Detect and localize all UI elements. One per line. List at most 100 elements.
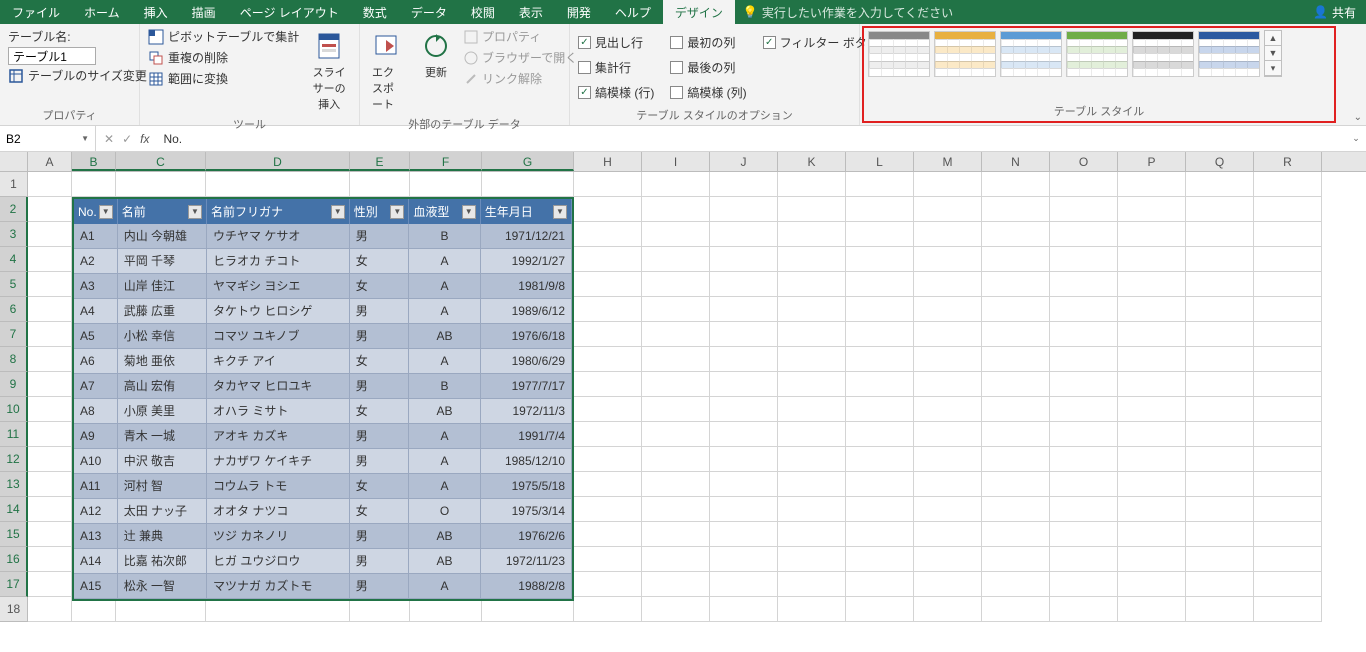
cell-L11[interactable] — [846, 422, 914, 447]
table-cell[interactable]: 青木 一城 — [118, 424, 207, 449]
table-cell[interactable]: 平岡 千琴 — [118, 249, 207, 274]
table-cell[interactable]: A11 — [74, 474, 118, 499]
table-cell[interactable]: 1976/6/18 — [481, 324, 572, 349]
spreadsheet-grid[interactable]: ABCDEFGHIJKLMNOPQR 123456789101112131415… — [0, 152, 1366, 652]
cell-R12[interactable] — [1254, 447, 1322, 472]
row-header-16[interactable]: 16 — [0, 547, 28, 572]
cell-N6[interactable] — [982, 297, 1050, 322]
cell-A8[interactable] — [28, 347, 72, 372]
cell-O16[interactable] — [1050, 547, 1118, 572]
table-cell[interactable]: A — [409, 249, 480, 274]
cell-N16[interactable] — [982, 547, 1050, 572]
table-style-dblue[interactable] — [1198, 31, 1260, 77]
table-cell[interactable]: B — [409, 374, 480, 399]
cell-A7[interactable] — [28, 322, 72, 347]
cell-Q15[interactable] — [1186, 522, 1254, 547]
cell-A16[interactable] — [28, 547, 72, 572]
cell-R15[interactable] — [1254, 522, 1322, 547]
cell-R16[interactable] — [1254, 547, 1322, 572]
cell-L4[interactable] — [846, 247, 914, 272]
table-cell[interactable]: 男 — [350, 324, 410, 349]
cell-H12[interactable] — [574, 447, 642, 472]
table-cell[interactable]: A — [409, 349, 480, 374]
table-cell[interactable]: 男 — [350, 574, 410, 599]
cell-H17[interactable] — [574, 572, 642, 597]
cell-A14[interactable] — [28, 497, 72, 522]
table-cell[interactable]: ナカザワ ケイキチ — [207, 449, 350, 474]
cell-B1[interactable] — [72, 172, 116, 197]
cell-N1[interactable] — [982, 172, 1050, 197]
cell-P8[interactable] — [1118, 347, 1186, 372]
filter-dropdown-icon[interactable]: ▼ — [188, 205, 202, 219]
cell-P4[interactable] — [1118, 247, 1186, 272]
cell-Q10[interactable] — [1186, 397, 1254, 422]
row-header-12[interactable]: 12 — [0, 447, 28, 472]
table-cell[interactable]: A6 — [74, 349, 118, 374]
table-cell[interactable]: 武藤 広重 — [118, 299, 207, 324]
table-cell[interactable]: 男 — [350, 424, 410, 449]
cell-L5[interactable] — [846, 272, 914, 297]
cell-O12[interactable] — [1050, 447, 1118, 472]
table-cell[interactable]: 1977/7/17 — [481, 374, 572, 399]
cell-N7[interactable] — [982, 322, 1050, 347]
cell-K17[interactable] — [778, 572, 846, 597]
col-header-G[interactable]: G — [482, 152, 574, 171]
cell-I16[interactable] — [642, 547, 710, 572]
cell-I6[interactable] — [642, 297, 710, 322]
col-header-R[interactable]: R — [1254, 152, 1322, 171]
cell-A4[interactable] — [28, 247, 72, 272]
cell-R11[interactable] — [1254, 422, 1322, 447]
table-cell[interactable]: オハラ ミサト — [207, 399, 350, 424]
cell-K9[interactable] — [778, 372, 846, 397]
table-header-cell[interactable]: 性別▼ — [350, 199, 410, 224]
cell-Q8[interactable] — [1186, 347, 1254, 372]
table-cell[interactable]: 内山 今朝雄 — [118, 224, 207, 249]
cell-R1[interactable] — [1254, 172, 1322, 197]
cell-D1[interactable] — [206, 172, 350, 197]
cell-K5[interactable] — [778, 272, 846, 297]
table-cell[interactable]: 男 — [350, 374, 410, 399]
col-header-B[interactable]: B — [72, 152, 116, 171]
cell-I11[interactable] — [642, 422, 710, 447]
cell-P9[interactable] — [1118, 372, 1186, 397]
table-cell[interactable]: A — [409, 574, 480, 599]
cell-A12[interactable] — [28, 447, 72, 472]
row-header-7[interactable]: 7 — [0, 322, 28, 347]
cell-H6[interactable] — [574, 297, 642, 322]
cell-Q5[interactable] — [1186, 272, 1254, 297]
cell-P1[interactable] — [1118, 172, 1186, 197]
table-cell[interactable]: A — [409, 299, 480, 324]
cell-Q6[interactable] — [1186, 297, 1254, 322]
cell-J10[interactable] — [710, 397, 778, 422]
cell-A17[interactable] — [28, 572, 72, 597]
table-cell[interactable]: 松永 一智 — [118, 574, 207, 599]
cell-A13[interactable] — [28, 472, 72, 497]
cell-H18[interactable] — [574, 597, 642, 622]
convert-to-range-button[interactable]: 範囲に変換 — [148, 70, 299, 87]
table-cell[interactable]: 女 — [350, 249, 410, 274]
table-cell[interactable]: 1972/11/23 — [481, 549, 572, 574]
cell-H11[interactable] — [574, 422, 642, 447]
cell-P16[interactable] — [1118, 547, 1186, 572]
cell-R7[interactable] — [1254, 322, 1322, 347]
cell-P5[interactable] — [1118, 272, 1186, 297]
col-header-K[interactable]: K — [778, 152, 846, 171]
cell-R4[interactable] — [1254, 247, 1322, 272]
row-header-17[interactable]: 17 — [0, 572, 28, 597]
share-button[interactable]: 👤共有 — [1303, 0, 1366, 24]
cell-L7[interactable] — [846, 322, 914, 347]
cell-P13[interactable] — [1118, 472, 1186, 497]
table-cell[interactable]: ヒガ ユウジロウ — [207, 549, 350, 574]
table-cell[interactable]: 1991/7/4 — [481, 424, 572, 449]
cell-A15[interactable] — [28, 522, 72, 547]
table-cell[interactable]: 比嘉 祐次郎 — [118, 549, 207, 574]
col-header-M[interactable]: M — [914, 152, 982, 171]
menu-tab-校閲[interactable]: 校閲 — [459, 0, 507, 24]
data-table[interactable]: No.▼名前▼名前フリガナ▼性別▼血液型▼生年月日▼A1内山 今朝雄ウチヤマ ケ… — [72, 197, 574, 601]
cell-K12[interactable] — [778, 447, 846, 472]
cell-R13[interactable] — [1254, 472, 1322, 497]
table-cell[interactable]: 1980/6/29 — [481, 349, 572, 374]
table-cell[interactable]: 小松 幸信 — [118, 324, 207, 349]
cell-N13[interactable] — [982, 472, 1050, 497]
cell-A11[interactable] — [28, 422, 72, 447]
